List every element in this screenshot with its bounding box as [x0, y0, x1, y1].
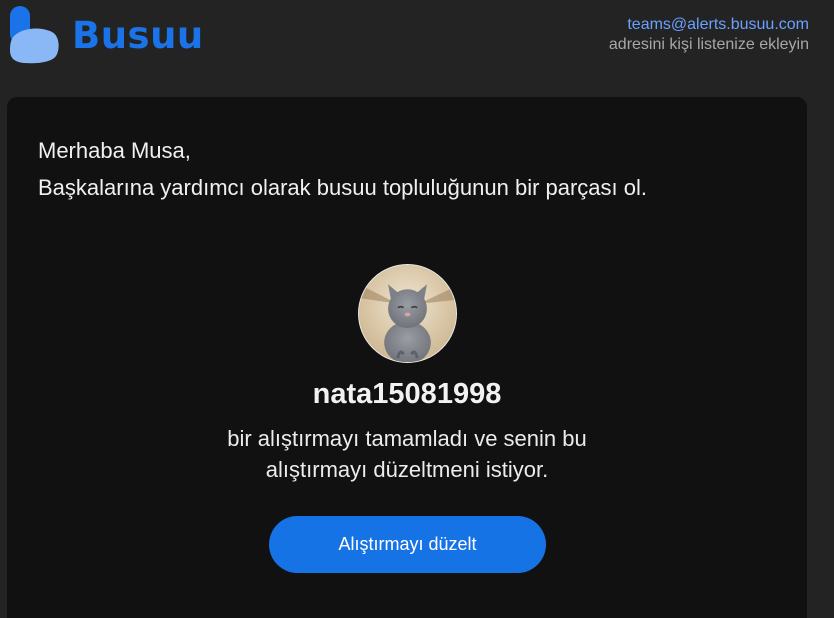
sender-info: teams@alerts.busuu.com adresini kişi lis… — [609, 15, 809, 55]
user-avatar-cat — [358, 264, 457, 363]
message-text: bir alıştırmayı tamamladı ve senin bu al… — [227, 426, 587, 482]
email-card: Merhaba Musa, Başkalarına yardımcı olara… — [7, 97, 807, 618]
correct-exercise-button[interactable]: Alıştırmayı düzelt — [269, 516, 546, 573]
sender-email-link[interactable]: teams@alerts.busuu.com — [609, 15, 809, 35]
brand-name: Busuu — [72, 13, 204, 57]
busuu-logo-icon — [10, 6, 59, 64]
greeting-text: Merhaba Musa, — [38, 138, 191, 163]
sender-note: adresini kişi listenize ekleyin — [608, 36, 809, 53]
greeting-block: Merhaba Musa, Başkalarına yardımcı olara… — [38, 132, 647, 206]
intro-text: Başkalarına yardımcı olarak busuu toplul… — [38, 175, 648, 200]
cat-photo-icon — [359, 265, 456, 362]
email-view: Busuu teams@alerts.busuu.com adresini ki… — [0, 0, 834, 618]
email-header: Busuu teams@alerts.busuu.com adresini ki… — [0, 0, 834, 80]
username: nata15081998 — [312, 378, 502, 410]
busuu-logo[interactable]: Busuu — [8, 6, 204, 64]
